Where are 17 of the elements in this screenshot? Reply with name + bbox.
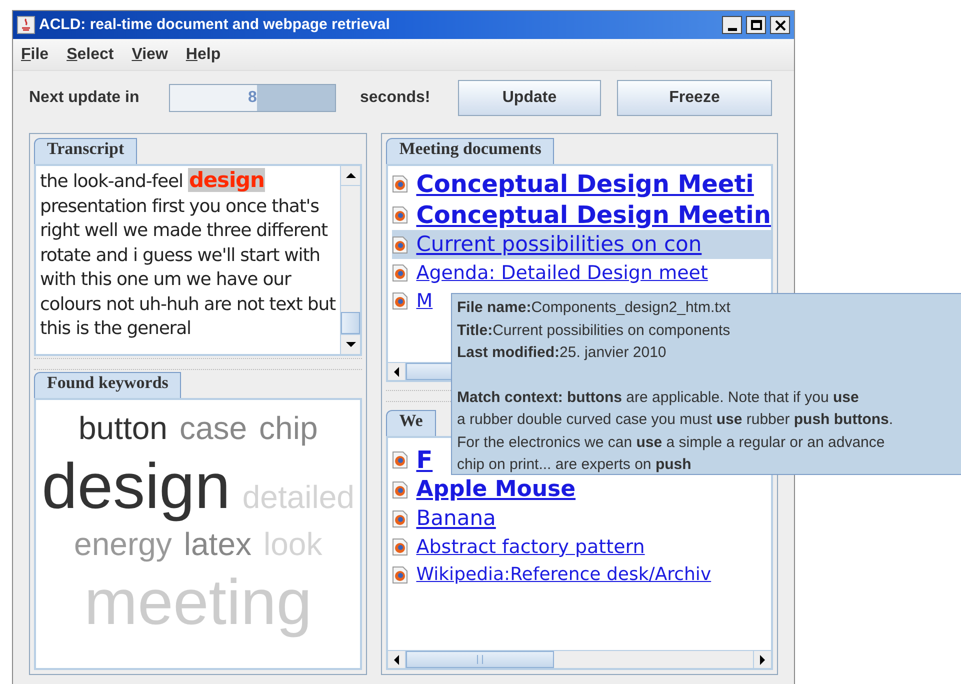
window-title: ACLD: real-time document and webpage retrieval <box>39 14 391 35</box>
countdown-label: Next update in <box>29 88 140 108</box>
tooltip-line: Title:Current possibilities on components <box>457 320 730 340</box>
match-context-line: Match context: buttons are applicable. Note that if you use <box>457 388 859 408</box>
match-context-line: a rubber double curved case you must use rubber push buttons. <box>457 410 894 430</box>
tooltip-line: File name:Components_design2_htm.txt <box>457 298 730 318</box>
countdown-value: 8 <box>248 88 257 108</box>
countdown-unit: seconds! <box>360 88 432 108</box>
keyword: energy <box>74 525 172 564</box>
keyword: chip <box>259 409 318 448</box>
match-context-line: chip on print... are experts on push <box>457 455 692 475</box>
keyword: latex <box>184 525 252 564</box>
keyword: case <box>179 409 248 448</box>
transcript-text: the look-and-feel design presentation first you once that's right well we made three different rotate and i guess we'll start with with this one um we have our colours not uh-huh are not text but this is the general <box>39 167 337 341</box>
keyword: button <box>78 409 168 448</box>
match-context-line: For the electronics we can use a simple a regular or an advance <box>457 432 885 452</box>
tooltip-line: Last modified:25. janvier 2010 <box>457 343 666 363</box>
